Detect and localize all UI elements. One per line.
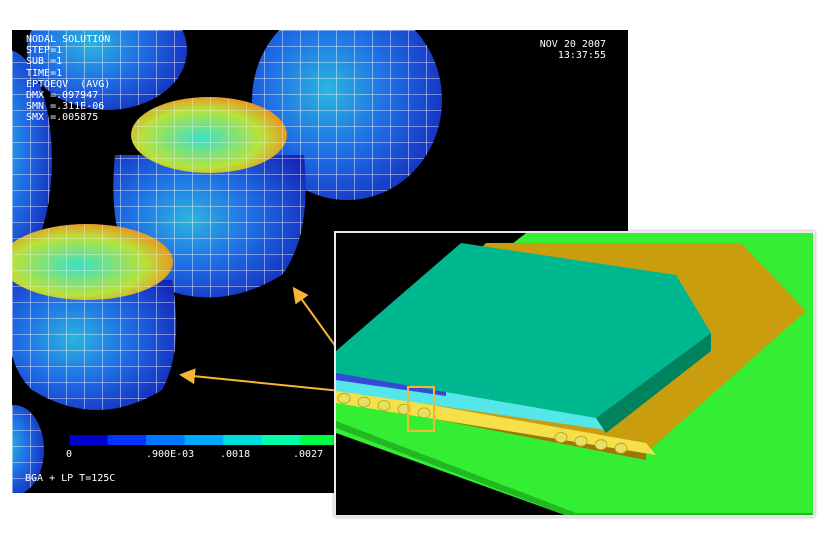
inset-solder-ball	[377, 400, 391, 412]
dmx-value: DMX =.097947	[26, 90, 99, 102]
smx-value: SMX =.005875	[26, 112, 99, 124]
inset-solder-ball	[554, 432, 568, 443]
timestamp: NOV 20 2007 13:37:55	[540, 39, 606, 61]
load-case-label: BGA + LP T=125C	[25, 473, 116, 484]
package-3d-model	[336, 233, 813, 515]
legend-swatch	[146, 435, 186, 445]
inset-solder-ball	[574, 435, 588, 447]
quantity-label: EPTOEQV (AVG)	[26, 78, 111, 90]
solution-info: NODAL SOLUTION STEP=1 SUB =1 TIME=1 EPTO…	[26, 34, 110, 124]
date-value: NOV 20 2007	[539, 39, 606, 50]
legend-swatch	[69, 435, 109, 445]
sub-value: SUB =1	[26, 56, 63, 68]
legend-tick-3: .0027	[293, 449, 324, 460]
solder-ball-lower-left	[12, 224, 177, 410]
solution-title: NODAL SOLUTION	[26, 34, 111, 45]
smn-value: SMN =.311E-06	[26, 101, 105, 113]
inset-solder-ball	[357, 396, 371, 408]
package-overview-inset	[334, 231, 815, 517]
step-value: STEP=1	[26, 45, 63, 57]
legend-swatch	[261, 435, 301, 445]
inset-solder-ball	[337, 393, 351, 404]
contour-legend-bar	[69, 435, 340, 445]
legend-tick-1: .900E-03	[146, 449, 195, 460]
inset-solder-ball	[417, 407, 431, 419]
legend-tick-2: .0018	[220, 449, 251, 460]
inset-solder-ball	[614, 442, 628, 454]
legend-swatch	[107, 435, 147, 445]
time-value: TIME=1	[26, 67, 63, 79]
clock-value: 13:37:55	[557, 50, 606, 62]
legend-tick-0: 0	[66, 449, 73, 460]
legend-swatch	[223, 435, 263, 445]
inset-solder-ball	[594, 439, 608, 451]
legend-swatch	[184, 435, 224, 445]
